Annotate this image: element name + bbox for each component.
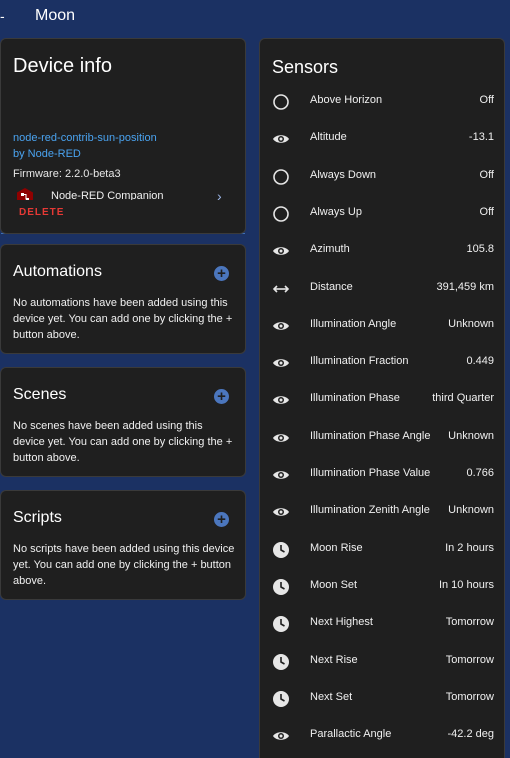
sensor-name: Next Set	[310, 690, 353, 703]
sensor-value: 391,459 km	[436, 280, 494, 293]
eye-icon	[273, 396, 289, 405]
sensor-value: 0.449	[466, 355, 494, 368]
sensors-card: Sensors Above Horizon Off Altitude -13.1 Alw…	[259, 38, 505, 758]
eye-icon	[273, 247, 289, 255]
scenes-title: Scenes	[13, 386, 67, 403]
sensor-value: Off	[479, 205, 494, 218]
add-automation-button[interactable]: +	[214, 266, 229, 281]
sensor-row[interactable]: Moon Set In 10 hours	[260, 568, 506, 605]
sensor-row[interactable]: Distance 391,459 km	[260, 270, 506, 307]
sensor-name: Illumination Phase Angle	[310, 429, 431, 442]
circle-outline-icon	[273, 94, 289, 110]
delete-row: DELETE	[0, 200, 246, 234]
top-app-bar: - Moon	[0, 0, 510, 32]
sensor-row[interactable]: Illumination Phase Value 0.766	[260, 456, 506, 493]
sensor-value: third Quarter	[432, 392, 494, 405]
sensor-name: Above Horizon	[310, 94, 383, 106]
eye-icon	[273, 433, 289, 442]
scripts-card: Scripts + No scripts have been added usi…	[0, 490, 246, 600]
clock-icon	[273, 616, 289, 633]
eye-icon	[273, 359, 289, 367]
sensor-value: Off	[479, 94, 494, 106]
delete-button[interactable]: DELETE	[19, 207, 64, 218]
device-model-link[interactable]: node-red-contrib-sun-position	[13, 132, 157, 144]
sensors-title: Sensors	[272, 57, 339, 77]
eye-icon	[273, 508, 289, 517]
sensor-row[interactable]: Parallactic Angle -42.2 deg	[260, 717, 506, 754]
scenes-empty-text: No scenes have been added using this dev…	[13, 420, 233, 464]
sensor-name: Illumination Angle	[310, 317, 397, 330]
sensor-name: Illumination Zenith Angle	[310, 504, 430, 517]
sensor-row[interactable]: Azimuth 105.8	[260, 232, 506, 269]
sensor-name: Next Rise	[310, 653, 358, 666]
sensor-name: Moon Rise	[310, 541, 363, 554]
sensor-name: Always Down	[310, 168, 377, 181]
sensor-row[interactable]: Illumination Phase third Quarter	[260, 381, 506, 418]
clock-icon	[273, 541, 289, 558]
sensor-value: Unknown	[448, 504, 494, 517]
sensor-name: Moon Set	[310, 578, 358, 591]
sensor-row[interactable]: Illumination Zenith Angle Unknown	[260, 493, 506, 530]
sensor-value: Tomorrow	[445, 653, 494, 666]
firmware-version: Firmware: 2.2.0-beta3	[13, 168, 121, 180]
sensor-row[interactable]: Illumination Angle Unknown	[260, 307, 506, 344]
circle-outline-icon	[273, 168, 289, 185]
back-button[interactable]: -	[0, 6, 8, 26]
scripts-empty-text: No scripts have been added using this de…	[13, 543, 235, 587]
clock-icon	[273, 653, 289, 670]
sensor-name: Illumination Phase	[310, 392, 400, 405]
clock-icon	[273, 690, 289, 707]
sensor-row[interactable]: Always Up Off	[260, 195, 506, 232]
automations-empty-text: No automations have been added using thi…	[13, 297, 233, 341]
sensor-name: Distance	[310, 280, 353, 293]
sensor-value: In 2 hours	[445, 541, 494, 554]
sensor-value: 0.766	[466, 467, 494, 479]
sensor-value: In 10 hours	[438, 578, 494, 591]
sensor-name: Illumination Fraction	[310, 355, 409, 368]
sensor-row[interactable]: Moon Rise In 2 hours	[260, 531, 506, 568]
sensor-row[interactable]: Next Rise Tomorrow	[260, 643, 506, 680]
sensor-value: Unknown	[448, 429, 494, 442]
add-scene-button[interactable]: +	[214, 389, 229, 404]
sensor-value: Unknown	[448, 317, 494, 330]
sensor-row[interactable]: Next Set Tomorrow	[260, 680, 506, 717]
eye-icon	[273, 471, 289, 479]
sensor-row[interactable]: Altitude -13.1	[260, 120, 506, 157]
sensor-value: 105.8	[466, 243, 494, 256]
eye-icon	[273, 732, 289, 740]
scripts-title: Scripts	[13, 509, 62, 526]
sensor-name: Always Up	[310, 205, 362, 218]
eye-icon	[273, 135, 289, 144]
device-manufacturer-link[interactable]: by Node-RED	[13, 148, 81, 160]
automations-title: Automations	[13, 263, 102, 280]
sensor-name: Altitude	[310, 131, 347, 144]
eye-icon	[273, 322, 289, 330]
sensor-value: -42.2 deg	[447, 728, 494, 741]
arrow-left-right-icon	[272, 284, 290, 293]
add-script-button[interactable]: +	[214, 512, 229, 527]
sensor-row[interactable]: Illumination Phase Angle Unknown	[260, 419, 506, 456]
sensor-value: Tomorrow	[445, 690, 494, 703]
sensor-row[interactable]: Always Down Off	[260, 158, 506, 195]
sensor-name: Next Highest	[310, 616, 373, 629]
sensor-row[interactable]: Next Highest Tomorrow	[260, 605, 506, 642]
automations-card: Automations + No automations have been a…	[0, 244, 246, 354]
sensor-name: Parallactic Angle	[310, 728, 392, 741]
sensor-value: Tomorrow	[445, 616, 494, 629]
device-info-title: Device info	[13, 55, 112, 77]
page-title: Moon	[35, 7, 76, 24]
circle-outline-icon	[273, 206, 289, 222]
sensor-row[interactable]: Illumination Fraction 0.449	[260, 344, 506, 381]
sensor-row[interactable]: Above Horizon Off	[260, 83, 506, 120]
sensor-name: Azimuth	[310, 243, 350, 256]
sensor-name: Illumination Phase Value	[310, 467, 431, 479]
sensor-value: Off	[479, 168, 494, 181]
clock-icon	[273, 578, 289, 595]
sensor-value: -13.1	[468, 131, 494, 144]
scenes-card: Scenes + No scenes have been added using…	[0, 367, 246, 477]
